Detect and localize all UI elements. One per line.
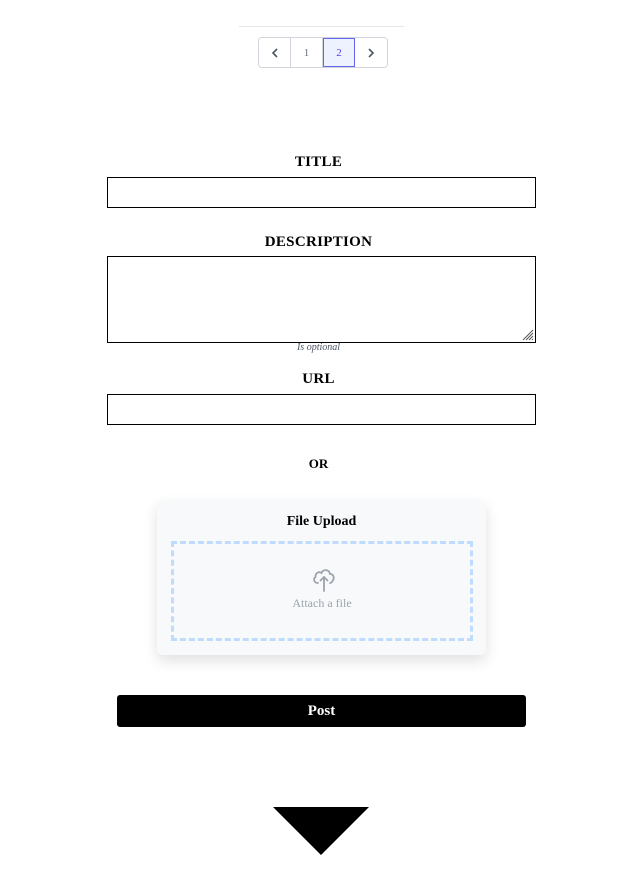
post-button[interactable]: Post	[117, 695, 526, 727]
page-button-1[interactable]: 1	[291, 38, 323, 67]
page-button-2[interactable]: 2	[323, 38, 355, 67]
title-input[interactable]	[107, 177, 536, 208]
triangle-down-icon[interactable]	[273, 807, 369, 855]
description-label: DESCRIPTION	[264, 234, 373, 250]
description-textarea[interactable]	[107, 256, 536, 343]
chevron-left-icon	[271, 47, 278, 58]
prev-page-button[interactable]	[259, 38, 291, 67]
attach-file-label: Attach a file	[292, 596, 352, 610]
file-upload-title: File Upload	[286, 514, 357, 529]
file-upload-card: File Upload Attach a file	[157, 500, 486, 655]
chevron-right-icon	[368, 47, 375, 58]
cloud-upload-icon	[313, 569, 335, 592]
pagination: 1 2	[258, 37, 388, 68]
next-page-button[interactable]	[355, 38, 387, 67]
resize-grip-icon[interactable]	[520, 327, 534, 341]
file-dropzone[interactable]: Attach a file	[171, 541, 473, 641]
title-label: TITLE	[294, 154, 343, 170]
description-hint: Is optional	[296, 342, 341, 353]
url-input[interactable]	[107, 394, 536, 425]
url-label: URL	[302, 371, 335, 387]
page: 1 2 TITLE DESCRIPTION Is optional URL OR…	[0, 0, 637, 896]
top-divider	[239, 26, 404, 27]
or-separator: OR	[308, 456, 329, 471]
